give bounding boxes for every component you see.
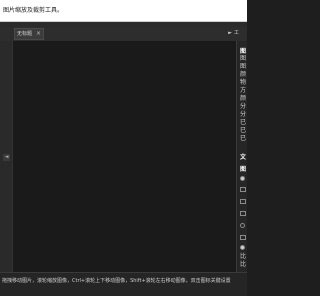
panel-toggle[interactable]: ► 工	[228, 27, 239, 40]
chevron-right-icon: ►	[228, 30, 232, 36]
radio-option[interactable]	[240, 245, 245, 250]
radio-option[interactable]	[240, 176, 245, 181]
panel-line: 分	[240, 111, 247, 118]
checkbox[interactable]	[240, 235, 246, 240]
tab-label: 无标题	[17, 31, 33, 37]
collapse-left-icon[interactable]: ◄	[3, 154, 10, 161]
panel-toggle-label: 工	[233, 30, 239, 36]
tab-bar: 无标题 × ► 工	[0, 27, 247, 42]
panel-line: 已	[240, 119, 247, 126]
tool-panel: 图 图 图 颜 物 方 颜 分 分 已 已 已 文 图 比 比	[236, 41, 247, 272]
image-canvas[interactable]	[13, 41, 236, 272]
panel-line: 图	[240, 63, 247, 70]
checkbox[interactable]	[240, 211, 246, 216]
status-text: 拖拽移动图片，滚轮缩放图像，Ctrl+滚轮上下移动图像，Shift+滚轮左右移动…	[2, 278, 231, 284]
panel-line: 图	[240, 55, 247, 62]
panel-line: 颜	[240, 71, 247, 78]
checkbox[interactable]	[240, 199, 246, 204]
checkbox[interactable]	[240, 187, 246, 192]
panel-line: 颜	[240, 95, 247, 102]
panel-heading: 图	[240, 48, 247, 55]
panel-heading: 文	[240, 154, 247, 161]
panel-line: 比	[240, 261, 247, 268]
panel-line: 已	[240, 135, 247, 142]
panel-line: 分	[240, 103, 247, 110]
radio-option[interactable]	[240, 223, 245, 228]
panel-line: 物	[240, 79, 247, 86]
panel-heading: 图	[240, 166, 247, 173]
left-collapse-strip: ◄	[0, 41, 13, 272]
close-icon[interactable]: ×	[36, 29, 41, 39]
panel-line: 比	[240, 253, 247, 260]
top-info-bar: 图片缩放及裁剪工具。	[0, 0, 247, 22]
tab-untitled[interactable]: 无标题 ×	[14, 28, 44, 40]
status-bar: 拖拽移动图片，滚轮缩放图像，Ctrl+滚轮上下移动图像，Shift+滚轮左右移动…	[0, 272, 247, 296]
panel-line: 已	[240, 127, 247, 134]
top-info-text: 图片缩放及裁剪工具。	[3, 7, 64, 14]
panel-line: 方	[240, 87, 247, 94]
